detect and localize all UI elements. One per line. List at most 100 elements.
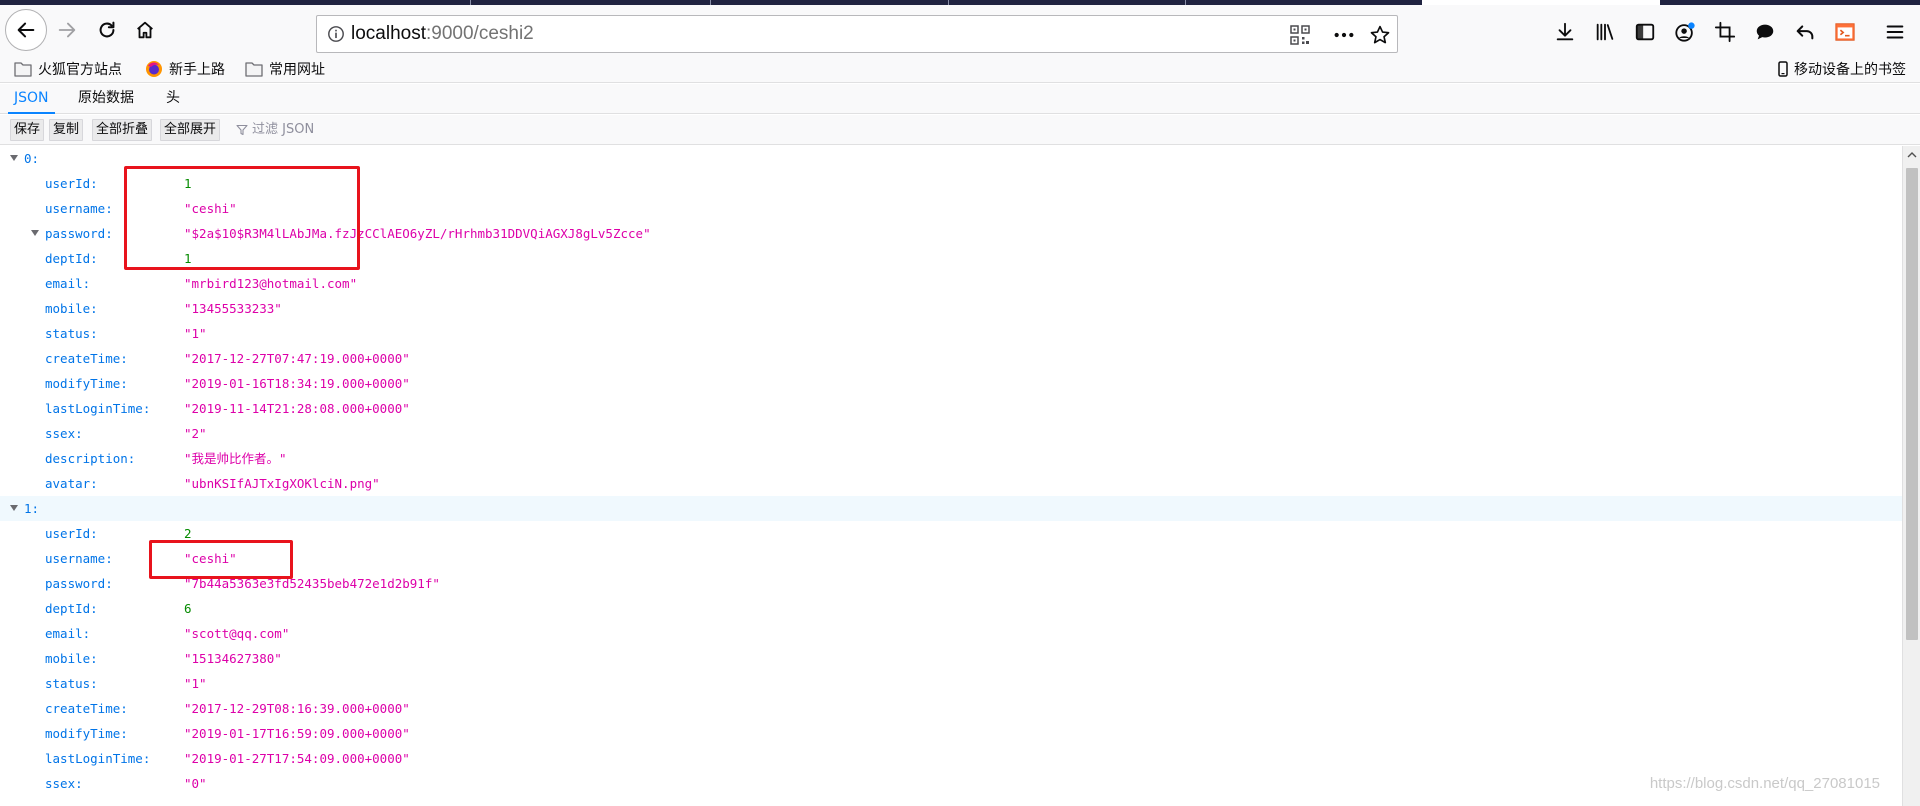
filter-json-input[interactable]: 过滤 JSON <box>236 119 314 141</box>
json-key: lastLoginTime: <box>45 751 151 766</box>
json-key: password: <box>45 576 113 591</box>
json-row[interactable]: mobile: "15134627380" <box>0 646 1902 671</box>
downloads-button[interactable] <box>1552 19 1578 45</box>
json-key: username: <box>45 551 113 566</box>
more-icon <box>1334 32 1354 38</box>
sidebar-button[interactable] <box>1632 19 1658 45</box>
json-key: email: <box>45 276 91 291</box>
json-value: 1 <box>184 176 192 191</box>
tab-json[interactable]: JSON <box>8 84 55 114</box>
back-icon <box>17 22 35 38</box>
bookmark-folder-common-sites[interactable]: 常用网址 <box>245 58 325 80</box>
back-button[interactable] <box>5 9 47 51</box>
library-button[interactable] <box>1592 19 1618 45</box>
json-row[interactable]: status: "1" <box>0 321 1902 346</box>
folder-icon <box>14 62 32 77</box>
scrollbar-thumb[interactable] <box>1906 168 1918 640</box>
json-value: "0" <box>184 776 207 791</box>
info-icon[interactable] <box>327 25 345 43</box>
mobile-bookmarks-label: 移动设备上的书签 <box>1794 62 1906 78</box>
expand-all-button[interactable]: 全部展开 <box>160 119 221 141</box>
scroll-up-icon[interactable] <box>1907 150 1917 160</box>
expand-toggle-icon[interactable] <box>31 230 39 236</box>
reload-icon <box>99 21 115 38</box>
json-row[interactable]: userId: 1 <box>0 171 1902 196</box>
devtools-button[interactable] <box>1832 19 1858 45</box>
bookmark-label: 火狐官方站点 <box>38 62 122 78</box>
json-value: "2019-01-16T18:34:19.000+0000" <box>184 376 410 391</box>
tab-raw-data[interactable]: 原始数据 <box>72 84 140 114</box>
json-row[interactable]: password: "$2a$10$R3M4lLAbJMa.fzJzCClAEO6… <box>0 221 1902 246</box>
qr-code-icon <box>1290 25 1310 45</box>
expand-toggle-icon[interactable] <box>10 155 18 161</box>
json-row[interactable]: ssex: "0" <box>0 771 1902 796</box>
json-key: status: <box>45 676 98 691</box>
url-host: localhost <box>351 23 426 44</box>
json-row[interactable]: lastLoginTime: "2019-01-27T17:54:09.000+0… <box>0 746 1902 771</box>
expand-toggle-icon[interactable] <box>10 505 18 511</box>
bookmark-folder-firefox-official[interactable]: 火狐官方站点 <box>14 58 122 80</box>
json-row[interactable]: createTime: "2017-12-27T07:47:19.000+0000… <box>0 346 1902 371</box>
json-value: 6 <box>184 601 192 616</box>
json-row-record[interactable]: 1: <box>0 496 1902 521</box>
json-value: "ceshi" <box>184 551 237 566</box>
json-key: description: <box>45 451 136 466</box>
json-row[interactable]: lastLoginTime: "2019-11-14T21:28:08.000+0… <box>0 396 1902 421</box>
reload-button[interactable] <box>88 11 126 49</box>
json-value: "我是帅比作者。" <box>184 451 287 466</box>
forward-icon <box>58 22 76 38</box>
mobile-bookmarks[interactable]: 移动设备上的书签 <box>1778 58 1906 80</box>
qr-code-button[interactable] <box>1289 24 1311 46</box>
chat-button[interactable] <box>1752 19 1778 45</box>
json-row[interactable]: createTime: "2017-12-29T08:16:39.000+0000… <box>0 696 1902 721</box>
json-key: lastLoginTime: <box>45 401 151 416</box>
json-row[interactable]: deptId: 6 <box>0 596 1902 621</box>
save-button[interactable]: 保存 <box>10 119 45 141</box>
json-row[interactable]: mobile: "13455533233" <box>0 296 1902 321</box>
json-value: "2019-01-17T16:59:09.000+0000" <box>184 726 410 741</box>
watermark: https://blog.csdn.net/qq_27081015 <box>1649 775 1880 792</box>
account-button[interactable] <box>1672 19 1698 45</box>
json-key: deptId: <box>45 601 98 616</box>
collapse-all-button[interactable]: 全部折叠 <box>92 119 153 141</box>
json-value: "mrbird123@hotmail.com" <box>184 276 358 291</box>
json-row[interactable]: deptId: 1 <box>0 246 1902 271</box>
json-row[interactable]: userId: 2 <box>0 521 1902 546</box>
menu-button[interactable] <box>1882 19 1908 45</box>
json-row[interactable]: username: "ceshi" <box>0 196 1902 221</box>
copy-button[interactable]: 复制 <box>49 119 84 141</box>
json-value: "15134627380" <box>184 651 282 666</box>
bookmark-getting-started[interactable]: 新手上路 <box>145 58 225 80</box>
download-icon <box>1556 22 1574 41</box>
json-row[interactable]: username: "ceshi" <box>0 546 1902 571</box>
vertical-scrollbar[interactable] <box>1902 146 1920 806</box>
json-row-record[interactable]: 0: <box>0 146 1902 171</box>
undo-button[interactable] <box>1792 19 1818 45</box>
url-text[interactable]: localhost:9000/ceshi2 <box>351 23 534 45</box>
json-row[interactable]: description: "我是帅比作者。" <box>0 446 1902 471</box>
url-bar[interactable]: localhost:9000/ceshi2 <box>316 15 1398 53</box>
star-icon <box>1370 25 1390 44</box>
forward-button[interactable] <box>48 11 86 49</box>
bookmark-label: 常用网址 <box>269 62 325 78</box>
json-row[interactable]: ssex: "2" <box>0 421 1902 446</box>
screenshot-button[interactable] <box>1712 19 1738 45</box>
bookmark-star-button[interactable] <box>1369 24 1391 46</box>
json-row[interactable]: email: "scott@qq.com" <box>0 621 1902 646</box>
json-row[interactable]: email: "mrbird123@hotmail.com" <box>0 271 1902 296</box>
json-row[interactable]: avatar: "ubnKSIfAJTxIgXOKlciN.png" <box>0 471 1902 496</box>
json-row[interactable]: modifyTime: "2019-01-16T18:34:19.000+0000… <box>0 371 1902 396</box>
url-path: :9000/ceshi2 <box>426 23 534 44</box>
json-row[interactable]: password: "7b44a5363e3fd52435beb472e1d2b9… <box>0 571 1902 596</box>
crop-icon <box>1714 21 1736 43</box>
json-key: status: <box>45 326 98 341</box>
undo-icon <box>1796 25 1814 40</box>
json-row[interactable]: modifyTime: "2019-01-17T16:59:09.000+0000… <box>0 721 1902 746</box>
home-button[interactable] <box>126 11 164 49</box>
tab-headers[interactable]: 头 <box>160 84 186 114</box>
page-actions-button[interactable] <box>1333 24 1355 46</box>
json-key: mobile: <box>45 651 98 666</box>
filter-icon <box>236 124 248 136</box>
json-value: "2019-11-14T21:28:08.000+0000" <box>184 401 410 416</box>
json-row[interactable]: status: "1" <box>0 671 1902 696</box>
